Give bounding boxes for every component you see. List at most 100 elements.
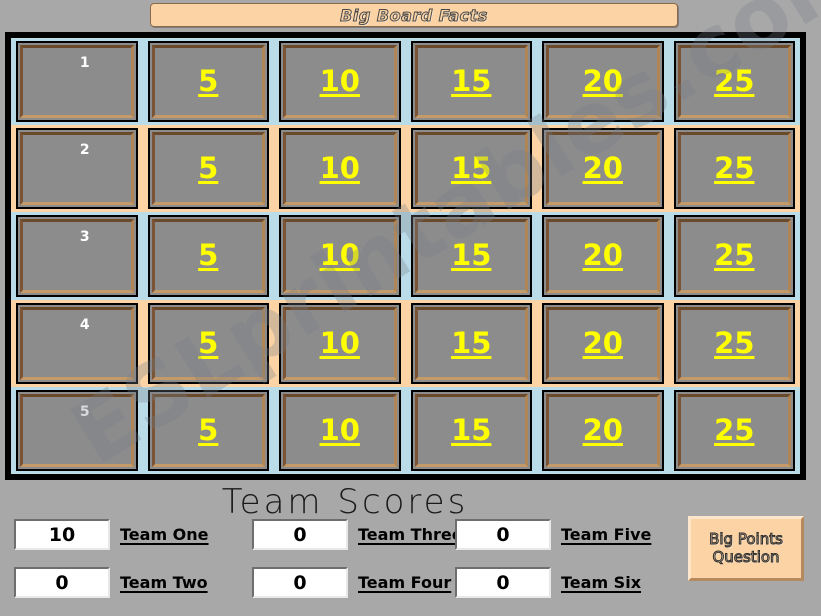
points-cell-r4-c5[interactable]: 25 xyxy=(673,302,795,384)
points-value: 15 xyxy=(451,412,492,447)
grid-cell-wrapper: 25 xyxy=(668,38,800,126)
points-value: 20 xyxy=(582,151,623,186)
points-cell-r5-c3[interactable]: 15 xyxy=(410,389,532,471)
points-cell-r1-c2[interactable]: 10 xyxy=(279,41,401,123)
points-cell-r4-c2[interactable]: 10 xyxy=(279,302,401,384)
points-cell-r4-c4[interactable]: 20 xyxy=(542,302,664,384)
points-value: 5 xyxy=(198,151,219,186)
row-number-cell-3: 3 xyxy=(16,215,138,297)
cell-bevel: 25 xyxy=(677,306,791,380)
points-cell-r5-c1[interactable]: 5 xyxy=(147,389,269,471)
points-cell-r3-c3[interactable]: 15 xyxy=(410,215,532,297)
cell-bevel: 5 xyxy=(20,393,134,467)
points-cell-r2-c5[interactable]: 25 xyxy=(673,128,795,210)
points-value: 20 xyxy=(582,238,623,273)
team-score-input[interactable]: 10 xyxy=(14,519,110,550)
points-value: 25 xyxy=(714,325,755,360)
points-value: 25 xyxy=(714,238,755,273)
grid-cell-wrapper: 5 xyxy=(142,212,274,300)
cell-bevel: 5 xyxy=(151,45,265,119)
points-cell-r2-c2[interactable]: 10 xyxy=(279,128,401,210)
points-cell-r3-c2[interactable]: 10 xyxy=(279,215,401,297)
points-cell-r1-c1[interactable]: 5 xyxy=(147,41,269,123)
points-value: 5 xyxy=(198,238,219,273)
row-number-cell-2: 2 xyxy=(16,128,138,210)
grid-cell-wrapper: 2 xyxy=(11,125,143,213)
points-value: 25 xyxy=(714,412,755,447)
points-value: 10 xyxy=(319,151,360,186)
grid-cell-wrapper: 20 xyxy=(537,38,669,126)
grid-cell-wrapper: 15 xyxy=(405,125,537,213)
team-score-group: 0 Team Two xyxy=(14,567,208,598)
team-score-input[interactable]: 0 xyxy=(252,519,348,550)
grid-cell-wrapper: 20 xyxy=(537,386,669,474)
grid-cell-wrapper: 20 xyxy=(537,125,669,213)
points-value: 15 xyxy=(451,325,492,360)
points-cell-r2-c4[interactable]: 20 xyxy=(542,128,664,210)
team-score-input[interactable]: 0 xyxy=(455,567,551,598)
team-score-input[interactable]: 0 xyxy=(455,519,551,550)
big-points-question-button[interactable]: Big Points Question xyxy=(688,516,804,581)
grid-cell-wrapper: 5 xyxy=(142,38,274,126)
points-cell-r2-c3[interactable]: 15 xyxy=(410,128,532,210)
team-score-group: 0 Team Three xyxy=(252,519,463,550)
team-name-label[interactable]: Team Six xyxy=(561,573,641,592)
team-score-input[interactable]: 0 xyxy=(14,567,110,598)
cell-bevel: 20 xyxy=(546,45,660,119)
points-cell-r4-c3[interactable]: 15 xyxy=(410,302,532,384)
team-score-input[interactable]: 0 xyxy=(252,567,348,598)
points-cell-r3-c5[interactable]: 25 xyxy=(673,215,795,297)
grid-cell-wrapper: 3 xyxy=(11,212,143,300)
team-name-label[interactable]: Team Five xyxy=(561,525,651,544)
cell-bevel: 15 xyxy=(414,393,528,467)
points-grid: 1 5 10 15 20 25 2 5 10 15 20 25 3 5 10 15 20 25 4 5 10 15 20 25… xyxy=(11,38,800,474)
team-score-group: 0 Team Four xyxy=(252,567,451,598)
points-value: 5 xyxy=(198,325,219,360)
row-number-label: 1 xyxy=(79,55,90,71)
points-cell-r1-c4[interactable]: 20 xyxy=(542,41,664,123)
big-points-line2: Question xyxy=(712,547,780,566)
team-scores-heading: Team Scores xyxy=(221,482,469,522)
cell-bevel: 15 xyxy=(414,132,528,206)
grid-cell-wrapper: 5 xyxy=(142,386,274,474)
points-value: 15 xyxy=(451,238,492,273)
row-number-label: 3 xyxy=(79,229,90,246)
points-cell-r2-c1[interactable]: 5 xyxy=(147,128,269,210)
cell-bevel: 20 xyxy=(546,132,660,206)
grid-cell-wrapper: 5 xyxy=(142,299,274,387)
cell-bevel: 25 xyxy=(677,219,791,293)
grid-cell-wrapper: 25 xyxy=(668,212,800,300)
points-value: 20 xyxy=(582,412,623,447)
row-number-label: 4 xyxy=(79,316,90,333)
grid-cell-wrapper: 25 xyxy=(668,125,800,213)
team-name-label[interactable]: Team One xyxy=(120,525,209,544)
points-cell-r5-c5[interactable]: 25 xyxy=(673,389,795,471)
team-name-label[interactable]: Team Three xyxy=(358,525,463,544)
cell-bevel: 25 xyxy=(677,132,791,206)
cell-bevel: 5 xyxy=(151,393,265,467)
points-cell-r3-c1[interactable]: 5 xyxy=(147,215,269,297)
team-name-label[interactable]: Team Four xyxy=(358,573,451,592)
row-number-label: 2 xyxy=(79,142,90,159)
row-number-cell-5: 5 xyxy=(16,389,138,471)
grid-cell-wrapper: 10 xyxy=(274,299,406,387)
team-score-group: 0 Team Five xyxy=(455,519,651,550)
points-cell-r5-c4[interactable]: 20 xyxy=(542,389,664,471)
row-number-label: 5 xyxy=(79,403,90,420)
page-title: Big Board Facts xyxy=(340,5,488,25)
row-number-cell-4: 4 xyxy=(16,302,138,384)
team-name-label[interactable]: Team Two xyxy=(120,573,208,592)
cell-bevel: 5 xyxy=(151,219,265,293)
cell-bevel: 20 xyxy=(546,306,660,380)
points-cell-r3-c4[interactable]: 20 xyxy=(542,215,664,297)
points-value: 20 xyxy=(582,64,623,99)
points-value: 15 xyxy=(451,64,492,99)
grid-cell-wrapper: 25 xyxy=(668,386,800,474)
points-cell-r1-c5[interactable]: 25 xyxy=(673,41,795,123)
cell-bevel: 10 xyxy=(283,132,397,206)
cell-bevel: 10 xyxy=(283,393,397,467)
points-cell-r1-c3[interactable]: 15 xyxy=(410,41,532,123)
points-cell-r5-c2[interactable]: 10 xyxy=(279,389,401,471)
title-banner: Big Board Facts xyxy=(150,3,678,27)
points-cell-r4-c1[interactable]: 5 xyxy=(147,302,269,384)
